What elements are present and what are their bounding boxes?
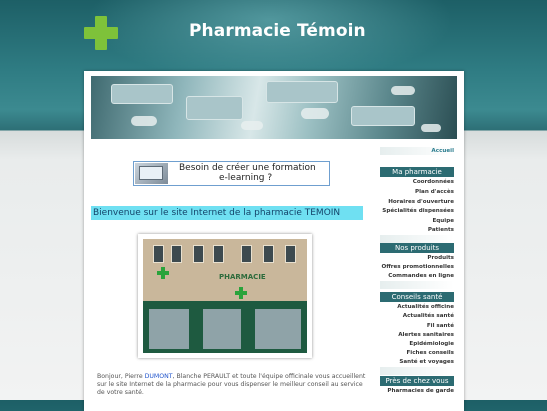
promo-line-1: Besoin de créer une formation bbox=[179, 163, 316, 173]
welcome-heading: Bienvenue sur le site Internet de la pha… bbox=[91, 206, 363, 220]
sidebar-item-alertes[interactable]: Alertes sanitaires bbox=[398, 332, 454, 338]
sidebar-item-horaires[interactable]: Horaires d'ouverture bbox=[388, 199, 454, 205]
sidebar-item-produits[interactable]: Produits bbox=[427, 255, 454, 261]
sidebar-item-actualites-officine[interactable]: Actualités officine bbox=[397, 304, 454, 310]
header-pills-photo bbox=[91, 76, 457, 139]
intro-paragraph: Bonjour, Pierre DUMONT, Blanche PERAULT … bbox=[97, 373, 366, 396]
sidebar-item-offres[interactable]: Offres promotionnelles bbox=[381, 264, 454, 270]
pharmacy-cross-logo bbox=[84, 16, 118, 50]
site-title: Pharmacie Témoin bbox=[189, 21, 366, 41]
sidebar-item-commandes[interactable]: Commandes en ligne bbox=[388, 273, 454, 279]
sidebar-heading-ma-pharmacie[interactable]: Ma pharmacie bbox=[380, 167, 454, 177]
page-container: Besoin de créer une formation e-learning… bbox=[84, 71, 464, 411]
sidebar-item-fil-sante[interactable]: Fil santé bbox=[427, 323, 454, 329]
sidebar-heading-pres-de-chez-vous[interactable]: Près de chez vous bbox=[380, 376, 454, 386]
sidebar-item-actualites-sante[interactable]: Actualités santé bbox=[403, 313, 454, 319]
sidebar-heading-nos-produits[interactable]: Nos produits bbox=[380, 243, 454, 253]
pharmacy-storefront-photo: PHARMACIE bbox=[138, 234, 312, 358]
sidebar-item-equipe[interactable]: Equipe bbox=[432, 218, 454, 224]
sidebar-item-pharmacies-garde[interactable]: Pharmacies de garde bbox=[387, 388, 454, 394]
sidebar-heading-conseils-sante[interactable]: Conseils santé bbox=[380, 292, 454, 302]
sidebar-item-accueil[interactable]: Accueil bbox=[431, 148, 454, 154]
sidebar-item-voyages[interactable]: Santé et voyages bbox=[399, 359, 454, 365]
laptop-icon bbox=[135, 163, 168, 184]
elearning-promo-banner[interactable]: Besoin de créer une formation e-learning… bbox=[133, 161, 330, 186]
sidebar-item-specialites[interactable]: Spécialités dispensées bbox=[382, 208, 454, 214]
sidebar-item-patients[interactable]: Patients bbox=[428, 227, 454, 233]
promo-line-2: e-learning ? bbox=[219, 173, 273, 183]
storefront-sign: PHARMACIE bbox=[219, 273, 266, 281]
sidebar-item-fiches[interactable]: Fiches conseils bbox=[406, 350, 454, 356]
sidebar-item-plan-acces[interactable]: Plan d'accès bbox=[415, 189, 454, 195]
owner-name-link[interactable]: DUMONT bbox=[145, 373, 173, 380]
sidebar-item-epidemiologie[interactable]: Epidémiologie bbox=[409, 341, 454, 347]
sidebar-item-coordonnees[interactable]: Coordonnées bbox=[413, 179, 454, 185]
